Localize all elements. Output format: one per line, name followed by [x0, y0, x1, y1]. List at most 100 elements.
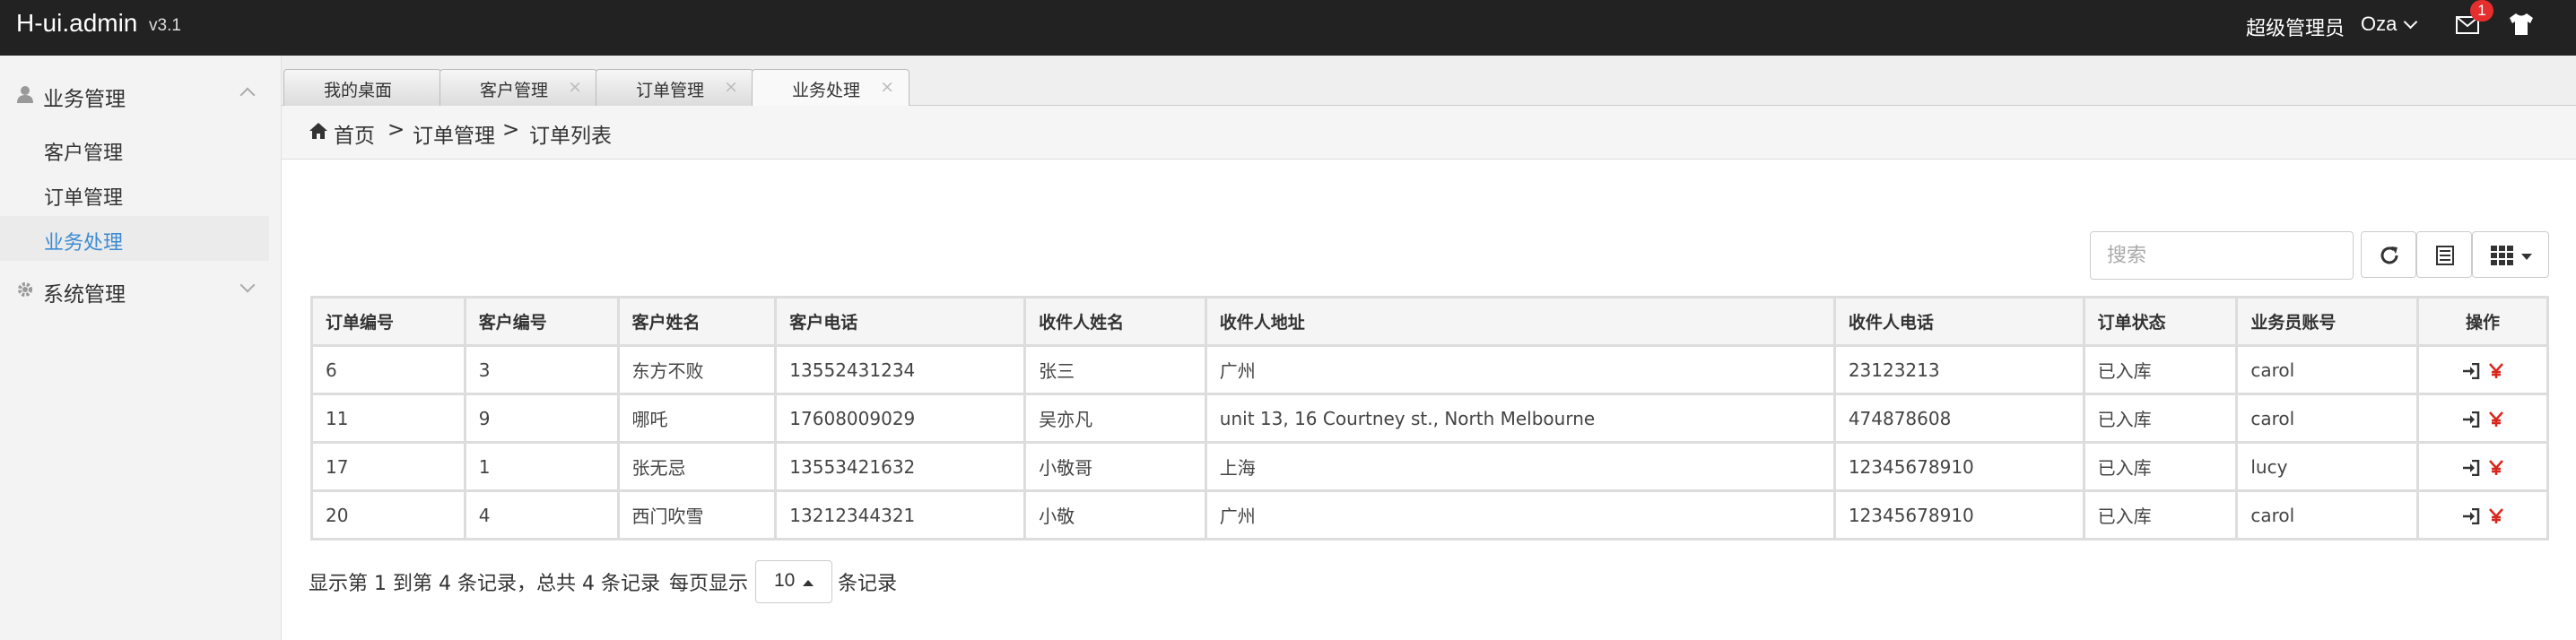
breadcrumb-home[interactable]: 首页: [334, 118, 375, 149]
table-row: 17 1 张无忌 13553421632 小敬哥 上海 12345678910 已入库 lucy: [310, 441, 2549, 492]
column-header[interactable]: 业务员账号: [2235, 296, 2420, 347]
skin-shirt-icon[interactable]: [2508, 13, 2535, 36]
table-cell: unit 13, 16 Courtney st., North Melbourn…: [1204, 393, 1836, 444]
column-header[interactable]: 客户姓名: [616, 296, 778, 347]
menu-group-label: 系统管理: [43, 283, 126, 307]
sign-in-icon[interactable]: [2462, 363, 2480, 379]
table-cell: carol: [2235, 344, 2420, 395]
table-cell: 吴亦凡: [1023, 393, 1207, 444]
table-cell: 已入库: [2082, 344, 2239, 395]
columns-dropdown-button[interactable]: [2472, 231, 2549, 278]
sign-in-icon[interactable]: [2462, 460, 2480, 476]
column-header[interactable]: 订单状态: [2082, 296, 2239, 347]
table-cell: lucy: [2235, 441, 2420, 492]
menu-group-system[interactable]: 系统管理: [0, 267, 282, 312]
breadcrumb-orders[interactable]: 订单管理: [413, 118, 495, 149]
table-cell: 已入库: [2082, 441, 2239, 492]
toggle-view-button[interactable]: [2416, 231, 2472, 278]
tab-orders[interactable]: 订单管理 ×: [596, 69, 753, 106]
notification-badge: 1: [2470, 0, 2493, 22]
table-cell: 张三: [1023, 344, 1207, 395]
actions-cell: [2416, 441, 2549, 492]
close-icon[interactable]: ×: [724, 77, 738, 97]
yen-icon[interactable]: [2489, 508, 2504, 524]
table-cell: 广州: [1204, 489, 1836, 541]
tab-customers[interactable]: 客户管理 ×: [439, 69, 597, 106]
user-icon: [17, 86, 33, 103]
tab-desktop[interactable]: 我的桌面: [283, 69, 441, 106]
sidebar-item-label: 订单管理: [44, 187, 124, 210]
sidebar-item-customers[interactable]: 客户管理: [0, 126, 269, 171]
user-name: Oza: [2361, 13, 2398, 35]
yen-icon[interactable]: [2489, 460, 2504, 476]
search-input[interactable]: [2090, 231, 2354, 280]
table-cell: 东方不败: [616, 344, 778, 395]
yen-icon[interactable]: [2489, 363, 2504, 379]
sidebar-item-business-processing[interactable]: 业务处理: [0, 216, 269, 261]
top-header: H-ui.admin v3.1 超级管理员 Oza 1: [0, 0, 2576, 56]
actions-cell: [2416, 393, 2549, 444]
table-cell: 西门吹雪: [616, 489, 778, 541]
page-size-select[interactable]: 10: [755, 560, 832, 603]
column-header: 操作: [2416, 296, 2549, 347]
table-cell: 474878608: [1832, 393, 2085, 444]
caret-up-icon: [803, 580, 814, 586]
per-page-prefix: 每页显示: [669, 573, 749, 595]
order-table: 订单编号 客户编号 客户姓名 客户电话 收件人姓名 收件人地址 收件人电话 订单…: [310, 296, 2549, 541]
sidebar-item-orders[interactable]: 订单管理: [0, 171, 269, 216]
table-cell: 4: [463, 489, 620, 541]
column-header[interactable]: 客户电话: [774, 296, 1027, 347]
app-version: v3.1: [149, 16, 181, 35]
table-cell: 13553421632: [774, 441, 1027, 492]
tab-business-processing[interactable]: 业务处理 ×: [752, 69, 909, 107]
table-cell: 已入库: [2082, 393, 2239, 444]
pagination-summary: 显示第 1 到第 4 条记录，总共 4 条记录: [309, 573, 660, 595]
table-cell: 13212344321: [774, 489, 1027, 541]
tab-label: 订单管理: [636, 81, 705, 100]
column-header[interactable]: 收件人地址: [1204, 296, 1836, 347]
chevron-down-icon: [239, 277, 256, 293]
table-cell: 6: [310, 344, 466, 395]
actions-cell: [2416, 344, 2549, 395]
breadcrumb-separator: >: [387, 118, 405, 142]
grid-icon: [2491, 246, 2513, 265]
sign-in-icon[interactable]: [2462, 411, 2480, 428]
table-cell: 20: [310, 489, 466, 541]
table-cell: 广州: [1204, 344, 1836, 395]
tab-bar: 我的桌面 客户管理 × 订单管理 × 业务处理 ×: [282, 56, 2576, 107]
caret-down-icon: [2521, 254, 2532, 260]
breadcrumb-separator: >: [502, 118, 520, 142]
user-menu[interactable]: Oza: [2361, 13, 2418, 36]
list-view-icon: [2436, 246, 2454, 265]
breadcrumb-order-list: 订单列表: [529, 125, 612, 148]
table-row: 11 9 哪吒 17608009029 吴亦凡 unit 13, 16 Courtney …: [310, 393, 2549, 444]
table-cell: 小敬: [1023, 489, 1207, 541]
user-role: 超级管理员: [2246, 18, 2345, 40]
table-cell: 已入库: [2082, 489, 2239, 541]
table-cell: 哪吒: [616, 393, 778, 444]
table-cell: 13552431234: [774, 344, 1027, 395]
chevron-up-icon: [239, 87, 256, 103]
table-cell: 张无忌: [616, 441, 778, 492]
yen-icon[interactable]: [2489, 411, 2504, 428]
table-cell: 小敬哥: [1023, 441, 1207, 492]
menu-group-business[interactable]: 业务管理: [0, 72, 282, 117]
close-icon[interactable]: ×: [568, 77, 582, 97]
column-header[interactable]: 收件人姓名: [1023, 296, 1207, 347]
table-header-row: 订单编号 客户编号 客户姓名 客户电话 收件人姓名 收件人地址 收件人电话 订单…: [310, 296, 2549, 347]
close-icon[interactable]: ×: [880, 77, 894, 97]
table-cell: 上海: [1204, 441, 1836, 492]
menu-group-label: 业务管理: [43, 88, 126, 111]
table-cell: carol: [2235, 489, 2420, 541]
home-icon: [309, 123, 327, 139]
gear-icon: [18, 282, 32, 297]
column-header[interactable]: 订单编号: [310, 296, 466, 347]
refresh-icon: [2380, 246, 2398, 264]
table-row: 20 4 西门吹雪 13212344321 小敬 广州 12345678910 已入库 caro…: [310, 489, 2549, 541]
column-header[interactable]: 收件人电话: [1832, 296, 2085, 347]
sign-in-icon[interactable]: [2462, 508, 2480, 524]
refresh-button[interactable]: [2361, 231, 2416, 278]
app-logo[interactable]: H-ui.admin: [16, 9, 137, 38]
column-header[interactable]: 客户编号: [463, 296, 620, 347]
table-cell: 9: [463, 393, 620, 444]
